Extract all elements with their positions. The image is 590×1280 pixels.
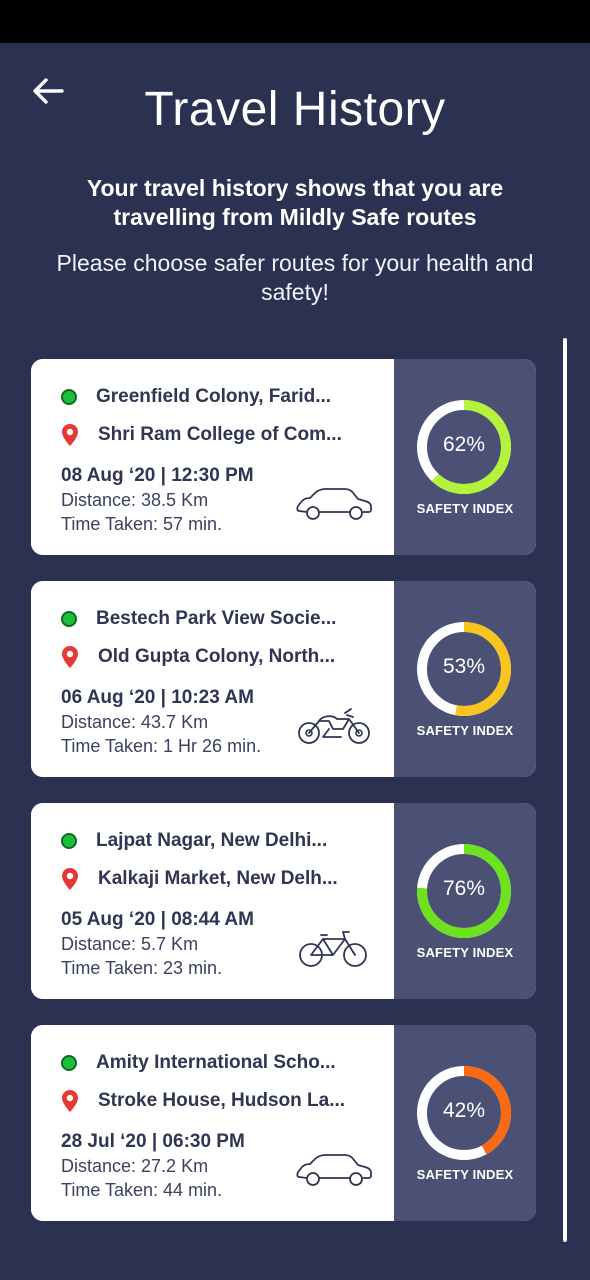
destination-label: Stroke House, Hudson La... (98, 1090, 346, 1111)
origin-row: Greenfield Colony, Farid... (61, 385, 358, 409)
motorcycle-icon (298, 708, 370, 744)
status-bar (0, 0, 590, 43)
trip-card[interactable]: Bestech Park View Socie... Old Gupta Col… (31, 581, 536, 777)
trip-time-taken: Time Taken: 1 Hr 26 min. (61, 736, 262, 756)
safety-percentage: 62% (442, 433, 486, 456)
trip-details: Bestech Park View Socie... Old Gupta Col… (31, 581, 394, 777)
location-pin-icon (62, 424, 78, 446)
origin-dot-icon (61, 389, 77, 405)
safety-advice: Please choose safer routes for your heal… (56, 250, 534, 305)
safety-panel: 62% SAFETY INDEX (394, 359, 536, 555)
destination-row: Old Gupta Colony, North... (61, 645, 360, 669)
bicycle-icon (299, 931, 367, 967)
destination-label: Old Gupta Colony, North... (98, 646, 336, 667)
location-pin-icon (62, 1090, 78, 1112)
safety-panel: 42% SAFETY INDEX (394, 1025, 536, 1221)
safety-index-label: SAFETY INDEX (416, 501, 514, 516)
origin-dot-icon (61, 833, 77, 849)
car-icon (296, 488, 372, 520)
location-pin-icon (62, 868, 78, 890)
trip-details: Greenfield Colony, Farid... Shri Ram Col… (31, 359, 394, 555)
trip-card[interactable]: Amity International Scho... Stroke House… (31, 1025, 536, 1221)
safety-panel: 53% SAFETY INDEX (394, 581, 536, 777)
origin-dot-icon (61, 611, 77, 627)
trip-time-taken: Time Taken: 44 min. (61, 1180, 223, 1200)
destination-label: Shri Ram College of Com... (98, 424, 342, 445)
trip-distance: Distance: 38.5 Km (61, 490, 209, 510)
destination-row: Stroke House, Hudson La... (61, 1089, 360, 1113)
trip-distance: Distance: 27.2 Km (61, 1156, 209, 1176)
trip-datetime: 28 Jul ‘20 | 06:30 PM (61, 1131, 245, 1152)
history-summary: Your travel history shows that you are t… (86, 175, 504, 230)
trip-card[interactable]: Greenfield Colony, Farid... Shri Ram Col… (31, 359, 536, 555)
trip-time-taken: Time Taken: 23 min. (61, 958, 223, 978)
safety-index-label: SAFETY INDEX (416, 945, 514, 960)
origin-row: Amity International Scho... (61, 1051, 358, 1075)
location-pin-icon (62, 646, 78, 668)
safety-index-label: SAFETY INDEX (416, 1167, 514, 1182)
origin-row: Lajpat Nagar, New Delhi... (61, 829, 358, 853)
trip-datetime: 05 Aug ‘20 | 08:44 AM (61, 909, 254, 930)
origin-label: Lajpat Nagar, New Delhi... (96, 830, 328, 851)
trip-distance: Distance: 43.7 Km (61, 712, 209, 732)
origin-label: Bestech Park View Socie... (96, 608, 337, 629)
trip-datetime: 08 Aug ‘20 | 12:30 PM (61, 465, 254, 486)
origin-dot-icon (61, 1055, 77, 1071)
origin-label: Amity International Scho... (96, 1052, 336, 1073)
safety-panel: 76% SAFETY INDEX (394, 803, 536, 999)
safety-percentage: 53% (442, 655, 486, 678)
destination-row: Kalkaji Market, New Delh... (61, 867, 360, 891)
trip-details: Amity International Scho... Stroke House… (31, 1025, 394, 1221)
car-icon (296, 1154, 372, 1186)
trip-details: Lajpat Nagar, New Delhi... Kalkaji Marke… (31, 803, 394, 999)
safety-percentage: 42% (442, 1099, 486, 1122)
trip-distance: Distance: 5.7 Km (61, 934, 199, 954)
safety-percentage: 76% (442, 877, 486, 900)
scrollbar[interactable] (563, 338, 567, 1242)
trip-datetime: 06 Aug ‘20 | 10:23 AM (61, 687, 254, 708)
trip-list: Greenfield Colony, Farid... Shri Ram Col… (31, 359, 536, 1247)
trip-card[interactable]: Lajpat Nagar, New Delhi... Kalkaji Marke… (31, 803, 536, 999)
page-title: Travel History (144, 83, 446, 136)
origin-row: Bestech Park View Socie... (61, 607, 358, 631)
safety-index-label: SAFETY INDEX (416, 723, 514, 738)
destination-row: Shri Ram College of Com... (61, 423, 360, 447)
origin-label: Greenfield Colony, Farid... (96, 386, 332, 407)
destination-label: Kalkaji Market, New Delh... (98, 868, 338, 889)
trip-time-taken: Time Taken: 57 min. (61, 514, 223, 534)
